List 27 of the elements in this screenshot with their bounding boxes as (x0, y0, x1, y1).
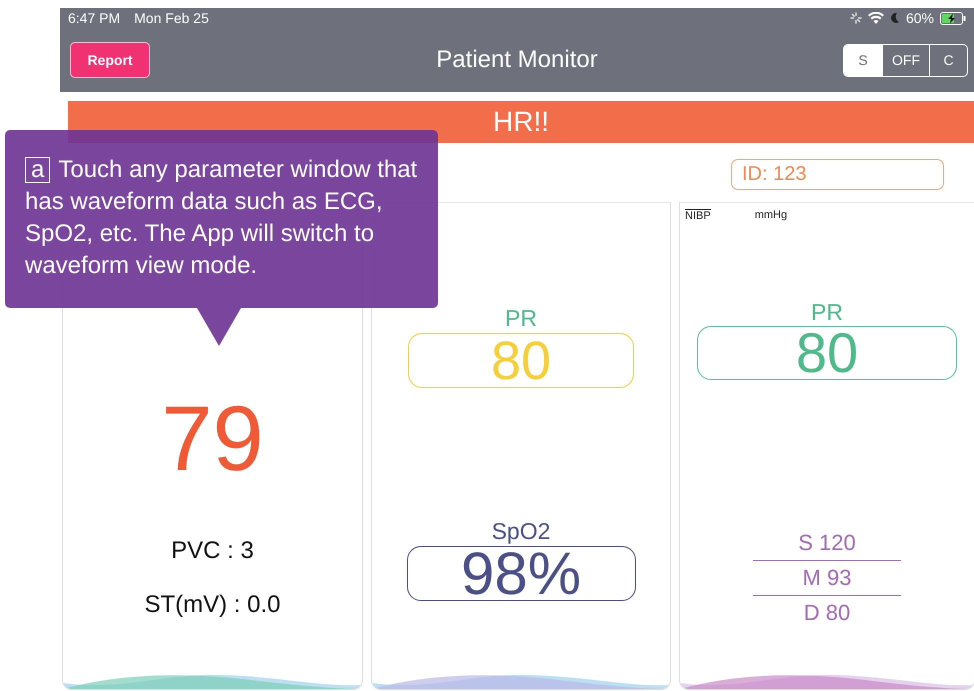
heart-rate-value: 79 (161, 393, 264, 485)
activity-spinner-icon (850, 12, 862, 24)
blood-pressure-reading: S 120 (798, 532, 856, 554)
patient-id: ID: 123 (731, 159, 944, 190)
blood-pressure-reading: M 93 (802, 567, 852, 589)
wifi-icon (868, 12, 884, 24)
unit-label: mmHg (754, 209, 788, 222)
report-button[interactable]: Report (70, 42, 150, 78)
nibp-label: NIBP (685, 209, 711, 222)
parameter-value: 80 (408, 333, 634, 388)
blood-pressure-reading: D 80 (804, 602, 850, 624)
status-time: 6:47 PM (68, 10, 120, 26)
pulse-rate-label: PR (811, 301, 843, 324)
pulse-rate-value: 80 (697, 326, 957, 380)
battery-percent: 60% (906, 10, 934, 26)
parameter-label: SpO2 (492, 520, 550, 543)
parameter-reading: ST(mV) : 0.0 (144, 591, 281, 619)
parameter-value: 98% (406, 546, 636, 601)
mode-segment[interactable]: OFF (882, 44, 929, 76)
mode-segment[interactable]: S (844, 44, 882, 76)
mode-segment[interactable]: C (929, 44, 967, 76)
moon-icon (890, 12, 900, 24)
nibp-panel[interactable]: NIBP mmHg PR 80 S 120 M 93 D 80 (679, 202, 974, 690)
screen-title: Patient Monitor (436, 46, 598, 74)
parameter-reading: PVC : 3 (171, 537, 254, 565)
parameter-label: PR (505, 307, 537, 330)
status-date: Mon Feb 25 (134, 10, 209, 26)
